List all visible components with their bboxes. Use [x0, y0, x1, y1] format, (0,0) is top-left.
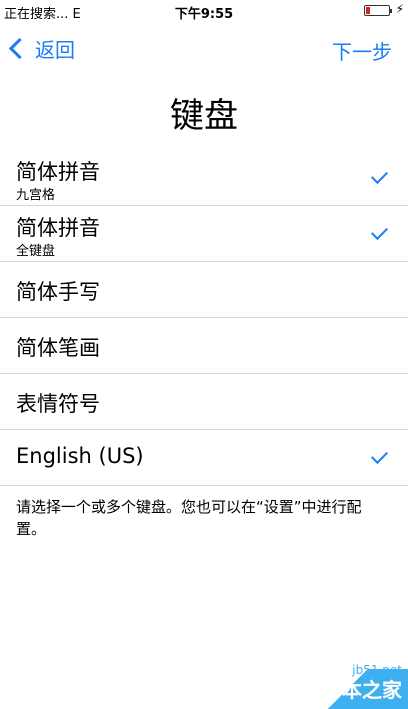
- checkmark-icon: [371, 223, 388, 240]
- keyboard-row-handwriting[interactable]: 简体手写: [0, 262, 408, 318]
- keyboard-label: 简体拼音: [16, 160, 100, 184]
- keyboard-label: 简体拼音: [16, 216, 100, 240]
- keyboard-label: 表情符号: [16, 392, 100, 416]
- keyboard-label: English (US): [16, 444, 144, 468]
- page-title: 键盘: [170, 96, 238, 136]
- keyboard-row-emoji[interactable]: 表情符号: [0, 374, 408, 430]
- footer-note: 请选择一个或多个键盘。您也可以在“设置”中进行配置。: [16, 498, 362, 538]
- keyboard-row-english[interactable]: English (US): [0, 430, 408, 486]
- keyboard-row-stroke[interactable]: 简体笔画: [0, 318, 408, 374]
- status-bar: 正在搜索... E 下午9:55 ⚡: [0, 0, 408, 22]
- back-label: 返回: [35, 38, 75, 62]
- battery-level: [366, 7, 370, 14]
- back-button[interactable]: 返回: [6, 34, 75, 63]
- next-button[interactable]: 下一步: [332, 36, 392, 65]
- keyboard-sublabel: 九宫格: [16, 188, 56, 203]
- keyboard-label: 简体笔画: [16, 336, 100, 360]
- screen: 正在搜索... E 下午9:55 ⚡ 返回 下一步 键盘 简体拼音 九宫格 简体…: [0, 0, 408, 709]
- status-time: 下午9:55: [174, 7, 234, 22]
- charging-bolt-icon: ⚡: [395, 2, 404, 16]
- checkmark-icon: [371, 167, 388, 184]
- keyboard-row-pinyin-full[interactable]: 简体拼音 全键盘: [0, 206, 408, 262]
- nav-bar: 返回 下一步: [0, 22, 408, 78]
- keyboard-label: 简体手写: [16, 280, 100, 304]
- keyboard-list: 简体拼音 九宫格 简体拼音 全键盘 简体手写 简体笔画 表情符号 English…: [0, 150, 408, 486]
- keyboard-sublabel: 全键盘: [16, 244, 56, 259]
- watermark-name: 脚本之家: [322, 678, 402, 702]
- checkmark-icon: [371, 447, 388, 464]
- battery-icon: [364, 5, 392, 16]
- chevron-left-icon: [8, 37, 31, 60]
- keyboard-row-pinyin-9key[interactable]: 简体拼音 九宫格: [0, 150, 408, 206]
